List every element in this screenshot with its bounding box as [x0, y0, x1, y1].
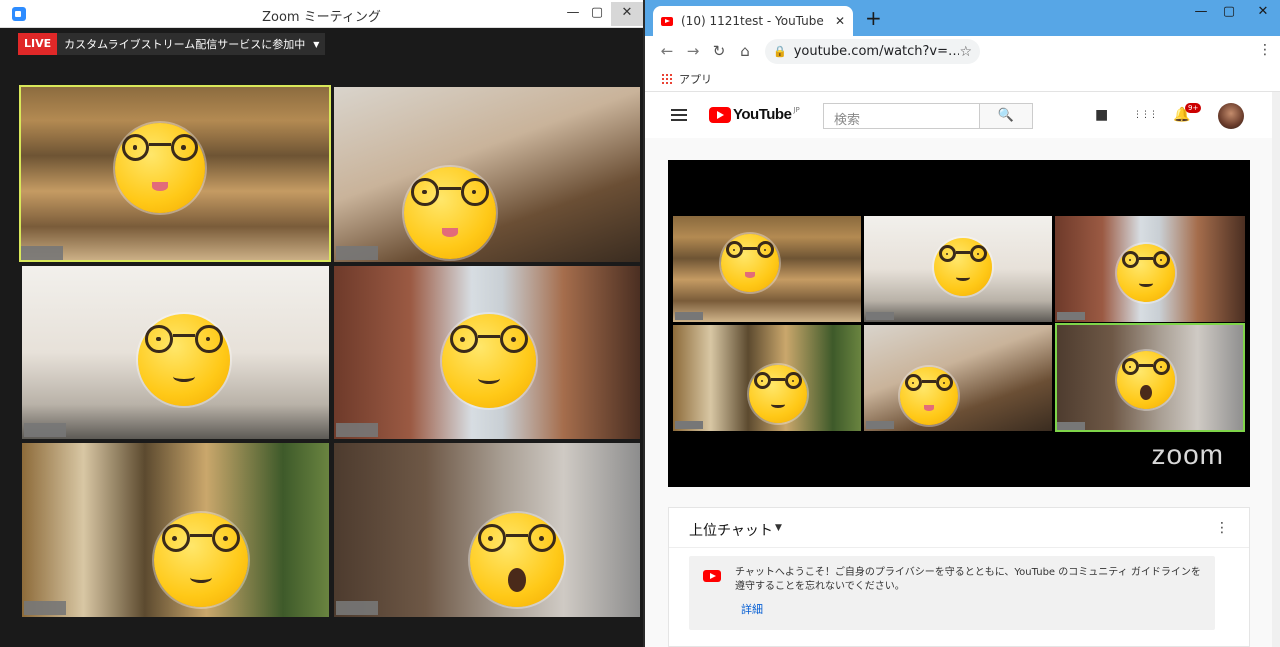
back-icon[interactable]: ← — [657, 41, 677, 61]
video-tile-3[interactable] — [22, 266, 329, 439]
maximize-button[interactable]: ▢ — [1216, 2, 1242, 24]
participant-name-tag — [675, 421, 703, 429]
chat-menu-icon[interactable]: ⋮ — [1215, 520, 1229, 536]
minimize-button[interactable]: — — [1188, 2, 1214, 24]
close-button[interactable]: ✕ — [611, 2, 643, 26]
bookmark-apps[interactable]: アプリ — [679, 71, 712, 87]
chat-header: 上位チャット ▼ ⋮ — [669, 508, 1249, 548]
browser-window: (10) 1121test - YouTube ✕ + — ▢ ✕ ← → ↻ … — [645, 0, 1280, 647]
search-button[interactable]: 🔍 — [979, 103, 1033, 129]
zoom-window-title: Zoom ミーティング — [262, 10, 381, 25]
participant-name-tag — [24, 601, 66, 615]
emoji-face-icon — [115, 123, 205, 213]
create-video-icon[interactable]: ■ — [1095, 108, 1108, 122]
chat-filter-dropdown[interactable]: 上位チャット — [689, 520, 773, 540]
emoji-face-icon — [442, 314, 536, 408]
participant-name-tag — [866, 312, 894, 320]
stream-tile-4 — [673, 325, 861, 431]
live-stream-status: カスタムライブストリーム配信サービスに参加中 — [64, 38, 306, 51]
participant-name-tag — [866, 421, 894, 429]
participant-name-tag — [336, 423, 378, 437]
url-text[interactable]: youtube.com/watch?v=… — [794, 44, 960, 59]
chat-welcome-message: チャットへようこそ！ご自身のプライバシーを守るとともに、YouTube のコミュ… — [689, 556, 1215, 630]
new-tab-button[interactable]: + — [865, 8, 882, 28]
video-tile-4[interactable] — [334, 266, 640, 439]
search-input[interactable]: 検索 — [823, 103, 980, 129]
youtube-logo-text: YouTube — [733, 106, 792, 123]
participant-name-tag — [675, 312, 703, 320]
lock-icon: 🔒 — [773, 45, 787, 58]
youtube-masthead: YouTube JP 検索 🔍 ■ ⋮⋮⋮ 🔔 9+ — [645, 92, 1272, 138]
stream-tile-3 — [1055, 216, 1245, 322]
page-scrollbar[interactable] — [1272, 92, 1280, 647]
address-bar[interactable]: 🔒 youtube.com/watch?v=… ☆ — [765, 39, 980, 64]
welcome-text: チャットへようこそ！ご自身のプライバシーを守るとともに、YouTube のコミュ… — [735, 567, 1201, 592]
emoji-face-icon — [934, 238, 992, 296]
live-chat-panel: 上位チャット ▼ ⋮ チャットへようこそ！ご自身のプライバシーを守るとともに、Y… — [668, 507, 1250, 647]
emoji-face-icon — [721, 234, 779, 292]
apps-grid-icon[interactable] — [661, 73, 672, 84]
home-icon[interactable]: ⌂ — [735, 41, 755, 61]
video-tile-1[interactable] — [19, 85, 331, 262]
browser-menu-icon[interactable]: ⋮ — [1258, 42, 1272, 58]
zoom-window: Zoom ミーティング — ▢ ✕ LIVE カスタムライブストリーム配信サービ… — [0, 0, 643, 647]
youtube-play-icon — [709, 106, 731, 123]
search-placeholder: 検索 — [834, 113, 861, 128]
forward-icon[interactable]: → — [683, 41, 703, 61]
avatar[interactable] — [1218, 103, 1244, 129]
apps-icon[interactable]: ⋮⋮⋮ — [1133, 108, 1158, 122]
chevron-down-icon[interactable]: ▼ — [313, 40, 325, 49]
menu-icon[interactable] — [671, 109, 687, 121]
chevron-down-icon[interactable]: ▼ — [775, 523, 782, 533]
participant-name-tag — [21, 246, 63, 260]
emoji-face-icon — [470, 513, 564, 607]
reload-icon[interactable]: ↻ — [709, 41, 729, 61]
youtube-favicon-icon — [661, 16, 673, 26]
video-tile-6[interactable] — [334, 443, 640, 617]
tab-strip[interactable]: (10) 1121test - YouTube ✕ + — ▢ ✕ — [645, 0, 1280, 36]
zoom-watermark: zoom — [1151, 439, 1224, 470]
participant-name-tag — [336, 246, 378, 260]
video-tile-5[interactable] — [22, 443, 329, 617]
zoom-title-bar[interactable]: Zoom ミーティング — ▢ ✕ — [0, 0, 643, 28]
region-label: JP — [793, 106, 800, 114]
notification-count-badge: 9+ — [1185, 103, 1202, 113]
close-button[interactable]: ✕ — [1250, 2, 1276, 24]
emoji-face-icon — [900, 367, 958, 425]
participant-name-tag — [1057, 422, 1085, 430]
youtube-icon — [703, 570, 721, 582]
bookmark-star-icon[interactable]: ☆ — [959, 44, 972, 60]
youtube-page: YouTube JP 検索 🔍 ■ ⋮⋮⋮ 🔔 9+ zoom 上位チャット ▼… — [645, 92, 1280, 647]
tab-youtube[interactable]: (10) 1121test - YouTube ✕ — [653, 6, 853, 36]
stream-tile-2 — [864, 216, 1052, 322]
participant-name-tag — [1057, 312, 1085, 320]
live-stream-indicator[interactable]: LIVE カスタムライブストリーム配信サービスに参加中 ▼ — [18, 33, 326, 55]
stream-tile-5 — [864, 325, 1052, 431]
emoji-face-icon — [138, 314, 230, 406]
live-badge: LIVE — [18, 33, 58, 55]
video-tile-2[interactable] — [334, 87, 640, 262]
stream-tile-1 — [673, 216, 861, 322]
minimize-button[interactable]: — — [561, 2, 585, 26]
participant-name-tag — [336, 601, 378, 615]
learn-more-link[interactable]: 詳細 — [741, 601, 763, 617]
stream-tile-6 — [1055, 323, 1245, 432]
emoji-face-icon — [404, 167, 496, 259]
emoji-face-icon — [749, 365, 807, 423]
tab-title: (10) 1121test - YouTube — [681, 14, 824, 28]
video-player[interactable]: zoom — [668, 160, 1250, 487]
browser-toolbar: ← → ↻ ⌂ 🔒 youtube.com/watch?v=… ☆ ⋮ — [645, 36, 1280, 66]
youtube-logo[interactable]: YouTube JP — [709, 106, 800, 123]
emoji-face-icon — [1117, 244, 1175, 302]
close-tab-icon[interactable]: ✕ — [835, 14, 845, 28]
emoji-face-icon — [1117, 351, 1175, 409]
bookmarks-bar: アプリ — [645, 66, 1280, 92]
participant-name-tag — [24, 423, 66, 437]
maximize-button[interactable]: ▢ — [585, 2, 609, 26]
emoji-face-icon — [154, 513, 248, 607]
